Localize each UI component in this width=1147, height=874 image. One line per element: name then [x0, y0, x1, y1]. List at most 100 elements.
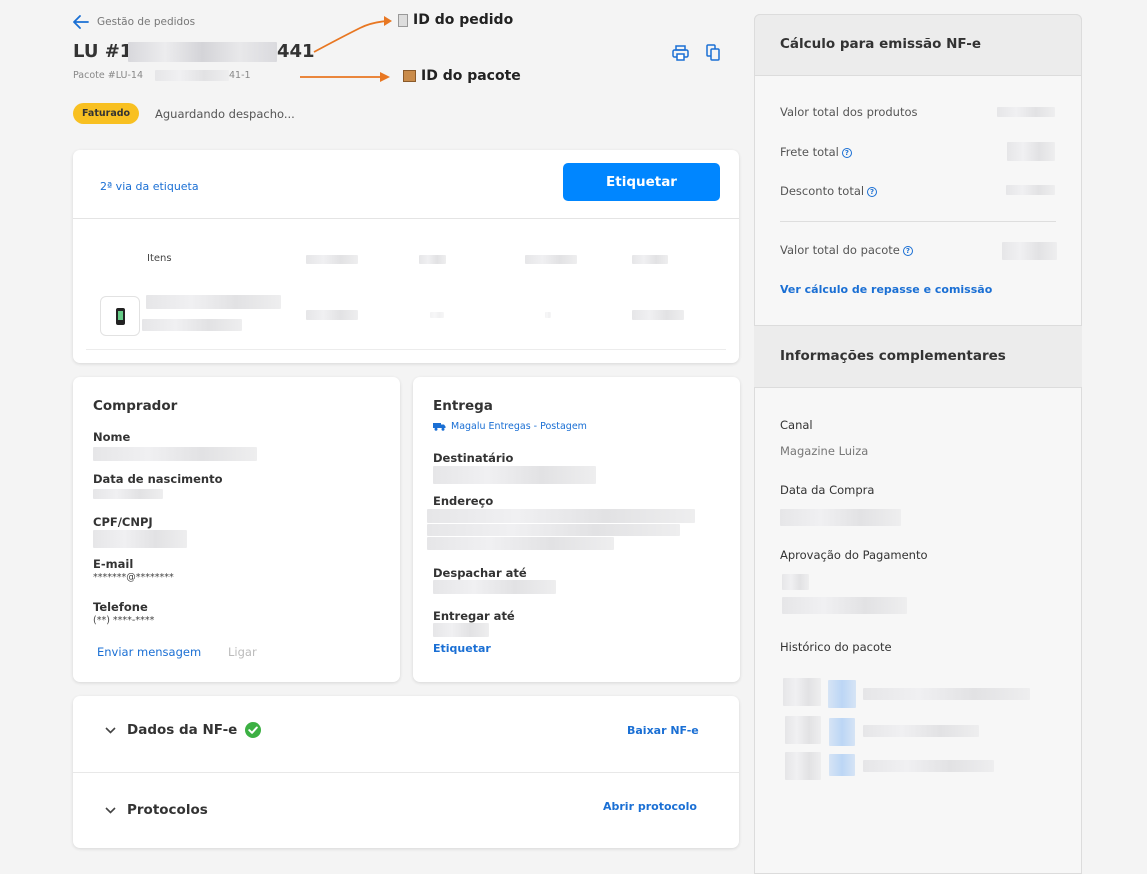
- back-link[interactable]: Gestão de pedidos: [73, 15, 195, 29]
- product-sku-redacted: [142, 319, 242, 331]
- info-icon[interactable]: ?: [902, 245, 913, 256]
- copy-icon[interactable]: [706, 44, 720, 61]
- delivery-etiquetar-link[interactable]: Etiquetar: [433, 642, 491, 655]
- buyer-birth-redacted: [93, 489, 163, 499]
- items-header: Itens: [147, 253, 172, 264]
- total-products-label: Valor total dos produtos: [780, 105, 918, 119]
- freight-total-redacted: [1007, 142, 1055, 161]
- call-link[interactable]: Ligar: [228, 645, 257, 659]
- delivery-recipient-label: Destinatário: [433, 451, 514, 465]
- buyer-email-value: *******@********: [93, 572, 174, 583]
- package-id: Pacote #LU-14: [73, 70, 143, 81]
- second-copy-label-link[interactable]: 2ª via da etiqueta: [100, 180, 199, 193]
- delivery-carrier: Magalu Entregas - Postagem: [433, 421, 587, 432]
- item-value-redacted-4: [632, 310, 684, 320]
- delivery-address-redacted-1: [427, 509, 695, 523]
- order-id-redacted: [128, 42, 277, 62]
- annotation-order-id: ID do pedido: [398, 12, 513, 28]
- total-products-redacted: [997, 107, 1055, 117]
- items-header-redacted-3: [525, 255, 577, 264]
- buyer-email-label: E-mail: [93, 557, 134, 571]
- item-value-redacted-2: [430, 312, 444, 318]
- items-header-redacted-2: [419, 255, 446, 264]
- download-nfe-link[interactable]: Baixar NF-e: [627, 724, 699, 737]
- info-icon[interactable]: ?: [841, 147, 852, 158]
- delivery-address-redacted-3: [427, 537, 614, 550]
- item-value-redacted-1: [306, 310, 358, 320]
- etiquetar-button[interactable]: Etiquetar: [563, 163, 720, 201]
- package-total-redacted: [1002, 242, 1057, 260]
- document-icon: [398, 13, 408, 27]
- calc-title: Cálculo para emissão NF-e: [780, 36, 981, 52]
- history-date-redacted-3: [785, 752, 821, 780]
- info-title: Informações complementares: [780, 348, 1006, 364]
- delivery-deliver-by-label: Entregar até: [433, 609, 515, 623]
- history-date-redacted-2: [785, 716, 821, 744]
- product-thumbnail: [100, 296, 140, 336]
- commission-link[interactable]: Ver cálculo de repasse e comissão: [780, 283, 992, 296]
- status-text: Aguardando despacho...: [155, 107, 295, 121]
- channel-value: Magazine Luiza: [780, 444, 869, 458]
- product-name-redacted: [146, 295, 281, 309]
- discount-total-row: Desconto total?: [780, 184, 878, 198]
- delivery-address-label: Endereço: [433, 494, 494, 508]
- history-marker-3: [829, 754, 855, 776]
- documents-divider: [73, 772, 739, 773]
- buyer-doc-redacted: [93, 530, 187, 548]
- items-row-divider: [86, 349, 726, 350]
- back-link-label: Gestão de pedidos: [97, 16, 196, 28]
- buyer-doc-label: CPF/CNPJ: [93, 515, 153, 529]
- status-badge: Faturado: [73, 103, 140, 124]
- annotation-package-id: ID do pacote: [403, 68, 521, 84]
- purchase-date-label: Data da Compra: [780, 483, 875, 497]
- calc-divider: [780, 221, 1056, 222]
- history-date-redacted-1: [783, 678, 821, 706]
- delivery-address-redacted-2: [427, 524, 680, 536]
- label-card-divider: [73, 218, 739, 219]
- history-event-redacted-3: [863, 760, 994, 772]
- chevron-down-icon: [105, 806, 116, 814]
- package-id-redacted: [155, 70, 229, 81]
- delivery-title: Entrega: [433, 398, 493, 414]
- nfe-title: Dados da NF-e: [127, 722, 238, 738]
- discount-total-redacted: [1006, 185, 1055, 195]
- info-icon[interactable]: ?: [867, 186, 878, 197]
- history-event-redacted-2: [863, 725, 979, 737]
- buyer-name-redacted: [93, 447, 257, 461]
- delivery-recipient-redacted: [433, 466, 596, 484]
- history-event-redacted-1: [863, 688, 1030, 700]
- buyer-title: Comprador: [93, 398, 178, 414]
- package-id-suffix: 41-1: [229, 70, 251, 81]
- annotation-arrows: [300, 16, 392, 82]
- arrow-left-icon: [73, 15, 89, 29]
- payment-approval-redacted-2: [782, 597, 907, 614]
- open-protocol-link[interactable]: Abrir protocolo: [603, 800, 697, 813]
- items-header-redacted-4: [632, 255, 668, 264]
- freight-total-row: Frete total?: [780, 145, 852, 159]
- buyer-phone-label: Telefone: [93, 600, 148, 614]
- history-marker-2: [829, 718, 855, 746]
- protocols-title: Protocolos: [127, 802, 208, 818]
- delivery-deliver-by-redacted: [433, 623, 489, 637]
- protocols-section-header[interactable]: Protocolos: [105, 802, 208, 818]
- items-header-redacted-1: [306, 255, 358, 264]
- check-circle-icon: [245, 722, 262, 738]
- package-total-row: Valor total do pacote?: [780, 243, 913, 257]
- nfe-section-header[interactable]: Dados da NF-e: [105, 722, 262, 738]
- send-message-link[interactable]: Enviar mensagem: [97, 645, 201, 659]
- package-icon: [403, 70, 416, 82]
- order-id: LU #1: [73, 41, 132, 62]
- history-label: Histórico do pacote: [780, 640, 892, 654]
- truck-icon: [433, 423, 446, 431]
- payment-approval-label: Aprovação do Pagamento: [780, 548, 928, 562]
- buyer-name-label: Nome: [93, 430, 131, 444]
- delivery-ship-by-label: Despachar até: [433, 566, 527, 580]
- phone-icon: [116, 308, 125, 325]
- delivery-ship-by-redacted: [433, 580, 556, 594]
- purchase-date-redacted: [780, 509, 901, 526]
- print-icon[interactable]: [672, 45, 689, 61]
- buyer-birth-label: Data de nascimento: [93, 472, 223, 486]
- history-marker-1: [828, 680, 856, 708]
- channel-label: Canal: [780, 418, 813, 432]
- order-id-prefix: LU #1: [73, 41, 133, 62]
